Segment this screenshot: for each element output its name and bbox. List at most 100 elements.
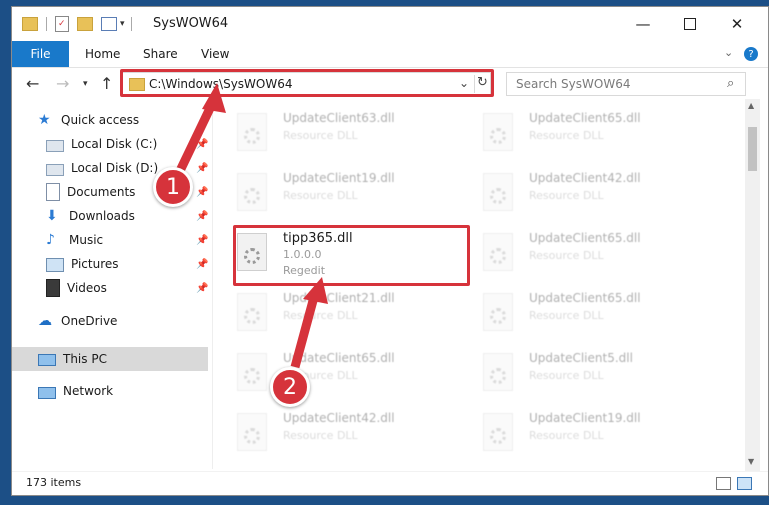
chevron-down-icon[interactable]: ▾ bbox=[120, 19, 125, 29]
dll-file-icon bbox=[237, 113, 267, 151]
file-description: Resource DLL bbox=[283, 309, 358, 322]
folder-icon[interactable] bbox=[22, 17, 38, 31]
sidebar-item-videos[interactable]: Videos bbox=[46, 277, 107, 299]
minimize-icon: — bbox=[635, 15, 651, 33]
file-name: UpdateClient65.dll bbox=[529, 231, 641, 245]
sidebar-item-label: Documents bbox=[67, 185, 136, 199]
help-icon[interactable]: ? bbox=[744, 47, 758, 61]
dll-file-icon bbox=[483, 413, 513, 451]
scrollbar-thumb[interactable] bbox=[748, 127, 757, 171]
file-name: UpdateClient65.dll bbox=[529, 111, 641, 125]
file-description: Resource DLL bbox=[529, 309, 604, 322]
forward-arrow-icon[interactable]: → bbox=[56, 74, 69, 93]
tab-home[interactable]: Home bbox=[85, 41, 120, 67]
up-arrow-icon[interactable]: ↑ bbox=[100, 74, 113, 93]
file-description: Resource DLL bbox=[529, 429, 604, 442]
sidebar-item-this-pc[interactable]: This PC bbox=[38, 348, 107, 370]
sidebar-item-label: Videos bbox=[67, 281, 107, 295]
pin-icon: 📌 bbox=[196, 283, 209, 294]
properties-icon[interactable]: ✓ bbox=[55, 16, 69, 32]
new-folder-icon[interactable] bbox=[77, 17, 93, 31]
sidebar-item-label: Pictures bbox=[71, 257, 119, 271]
sidebar-item-label: Downloads bbox=[69, 209, 135, 223]
file-name: UpdateClient19.dll bbox=[283, 171, 395, 185]
sidebar-item-onedrive[interactable]: ☁ OneDrive bbox=[38, 310, 117, 332]
cloud-icon: ☁ bbox=[38, 313, 52, 329]
sidebar-item-quick-access[interactable]: ★ Quick access bbox=[38, 109, 139, 131]
file-description: Resource DLL bbox=[283, 429, 358, 442]
file-item[interactable]: UpdateClient63.dll Resource DLL bbox=[215, 105, 445, 161]
file-name: UpdateClient42.dll bbox=[283, 411, 395, 425]
pin-icon: 📌 bbox=[196, 211, 209, 222]
pin-icon: 📌 bbox=[196, 139, 209, 150]
sidebar-item-network[interactable]: Network bbox=[38, 380, 113, 402]
search-icon[interactable]: ⌕ bbox=[727, 76, 734, 91]
pictures-icon bbox=[46, 258, 64, 272]
title-bar: ✓ ▾ SysWOW64 — ✕ bbox=[12, 7, 768, 41]
download-icon: ⬇ bbox=[46, 208, 58, 224]
minimize-button[interactable]: — bbox=[620, 7, 666, 41]
details-view-icon[interactable] bbox=[716, 477, 731, 490]
tab-file[interactable]: File bbox=[12, 41, 69, 67]
scroll-down-icon[interactable]: ▼ bbox=[748, 457, 754, 466]
file-item[interactable]: UpdateClient19.dll Resource DLL bbox=[461, 405, 691, 461]
file-description: Resource DLL bbox=[529, 129, 604, 142]
file-description: Resource DLL bbox=[283, 189, 358, 202]
file-name: UpdateClient21.dll bbox=[283, 291, 395, 305]
file-name: UpdateClient65.dll bbox=[283, 351, 395, 365]
navigation-pane: ★ Quick access Local Disk (C:) 📌 Local D… bbox=[12, 99, 213, 469]
dll-file-icon bbox=[483, 293, 513, 331]
sidebar-item-documents[interactable]: Documents bbox=[46, 181, 135, 203]
sidebar-item-local-disk-c[interactable]: Local Disk (C:) bbox=[46, 133, 157, 155]
drive-icon bbox=[46, 139, 64, 152]
sidebar-item-label: Network bbox=[63, 384, 114, 398]
item-count: 173 items bbox=[26, 476, 82, 489]
computer-icon bbox=[38, 354, 56, 366]
pin-icon: 📌 bbox=[196, 187, 209, 198]
music-icon: ♪ bbox=[46, 232, 55, 248]
recent-locations-icon[interactable]: ▾ bbox=[83, 79, 88, 89]
close-button[interactable]: ✕ bbox=[714, 7, 760, 41]
dll-file-icon bbox=[237, 413, 267, 451]
large-icons-view-icon[interactable] bbox=[737, 477, 752, 490]
chevron-down-icon[interactable]: ⌄ bbox=[724, 46, 733, 59]
dll-file-icon bbox=[237, 173, 267, 211]
sidebar-item-label: This PC bbox=[63, 352, 107, 366]
sidebar-item-pictures[interactable]: Pictures bbox=[46, 253, 119, 275]
step-2-badge: 2 bbox=[270, 367, 310, 407]
file-item[interactable]: UpdateClient42.dll Resource DLL bbox=[461, 165, 691, 221]
file-item[interactable]: UpdateClient65.dll Resource DLL bbox=[461, 105, 691, 161]
vertical-scrollbar[interactable]: ▲ ▼ bbox=[745, 99, 760, 471]
sidebar-item-local-disk-d[interactable]: Local Disk (D:) bbox=[46, 157, 158, 179]
file-item[interactable]: UpdateClient65.dll Resource DLL bbox=[215, 345, 445, 401]
videos-icon bbox=[46, 279, 60, 297]
view-icon[interactable] bbox=[101, 17, 117, 31]
window-title: SysWOW64 bbox=[153, 16, 229, 31]
step-1-badge: 1 bbox=[153, 167, 193, 207]
file-item[interactable]: UpdateClient65.dll Resource DLL bbox=[461, 285, 691, 341]
sidebar-item-downloads[interactable]: ⬇ Downloads bbox=[46, 205, 135, 227]
tab-share[interactable]: Share bbox=[143, 41, 178, 67]
close-icon: ✕ bbox=[730, 15, 744, 33]
file-description: Resource DLL bbox=[283, 129, 358, 142]
separator bbox=[130, 17, 132, 31]
sidebar-item-music[interactable]: ♪ Music bbox=[46, 229, 103, 251]
back-arrow-icon[interactable]: ← bbox=[26, 74, 39, 93]
tab-view[interactable]: View bbox=[201, 41, 229, 67]
sidebar-item-label: Music bbox=[69, 233, 104, 247]
dll-file-icon bbox=[483, 113, 513, 151]
file-item[interactable]: UpdateClient42.dll Resource DLL bbox=[215, 405, 445, 461]
file-item[interactable]: UpdateClient5.dll Resource DLL bbox=[461, 345, 691, 401]
search-input[interactable]: Search SysWOW64 ⌕ bbox=[506, 72, 746, 96]
pin-icon: 📌 bbox=[196, 235, 209, 246]
file-item[interactable]: UpdateClient19.dll Resource DLL bbox=[215, 165, 445, 221]
scroll-up-icon[interactable]: ▲ bbox=[748, 101, 754, 110]
file-item[interactable]: UpdateClient65.dll Resource DLL bbox=[461, 225, 691, 281]
maximize-button[interactable] bbox=[667, 7, 713, 41]
sidebar-item-label: Quick access bbox=[61, 113, 140, 127]
ribbon: File Home Share View ⌄ ? bbox=[12, 41, 768, 68]
dll-file-icon bbox=[483, 353, 513, 391]
dll-file-icon bbox=[483, 173, 513, 211]
file-item[interactable]: UpdateClient21.dll Resource DLL bbox=[215, 285, 445, 341]
file-highlight-box bbox=[233, 225, 470, 286]
